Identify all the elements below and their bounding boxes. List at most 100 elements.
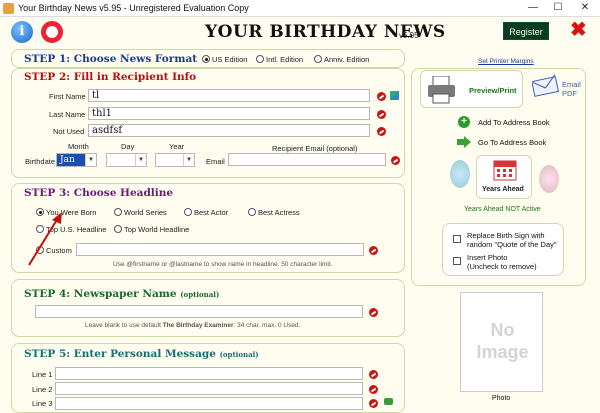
plus-icon[interactable]: + xyxy=(458,116,470,128)
annotation-arrow xyxy=(28,212,62,266)
step4-title: STEP 4: Newspaper Name (optional) xyxy=(24,288,219,300)
no-image-text-1: No xyxy=(490,320,515,340)
clear-email-icon[interactable] xyxy=(391,156,400,165)
chevron-down-icon: ▼ xyxy=(85,154,96,166)
arrow-right-icon[interactable] xyxy=(457,136,471,148)
message-line1-input[interactable] xyxy=(55,367,363,380)
clear-newspaper-name-icon[interactable] xyxy=(369,308,378,317)
exit-x-icon[interactable]: ✖ xyxy=(570,20,587,40)
pdf-label[interactable]: PDF xyxy=(562,89,577,98)
month-label: Month xyxy=(68,142,89,151)
clear-line1-icon[interactable] xyxy=(369,370,378,379)
first-name-input[interactable]: tl xyxy=(88,89,370,102)
month-value: Jan xyxy=(60,155,75,165)
best-actor-radio[interactable] xyxy=(184,208,192,216)
month-select[interactable]: Jan ▼ xyxy=(56,153,97,167)
newspaper-hint-default: The Birthday Examiner xyxy=(162,322,234,329)
newspaper-name-input[interactable] xyxy=(35,305,363,318)
anniv-edition-label[interactable]: Anniv. Edition xyxy=(324,55,369,64)
insert-photo-label-2[interactable]: (Uncheck to remove) xyxy=(467,262,537,271)
clear-first-name-icon[interactable] xyxy=(377,92,386,101)
step4-optional: (optional) xyxy=(180,290,220,299)
last-name-input[interactable]: thl1 xyxy=(88,107,370,120)
add-line-icon[interactable] xyxy=(384,398,393,405)
day-select[interactable]: ▼ xyxy=(106,153,147,167)
birthdate-label: Birthdate xyxy=(25,157,56,166)
not-used-input[interactable]: asdfsf xyxy=(88,124,370,137)
recipient-email-label: Recipient Email (optional) xyxy=(272,144,358,153)
insert-photo-checkbox[interactable] xyxy=(453,257,461,265)
title-bar: Your Birthday News v5.95 - Unregistered … xyxy=(0,0,600,17)
step5-title-text: STEP 5: Enter Personal Message xyxy=(24,348,216,360)
world-series-radio[interactable] xyxy=(114,208,122,216)
anniv-edition-radio[interactable] xyxy=(314,55,322,63)
balloons-right-icon xyxy=(539,165,559,193)
balloons-left-icon xyxy=(450,160,470,188)
chevron-down-icon: ▼ xyxy=(183,154,194,166)
replace-birth-sign-checkbox[interactable] xyxy=(453,235,461,243)
line1-label: Line 1 xyxy=(32,370,53,379)
year-select[interactable]: ▼ xyxy=(155,153,195,167)
email-envelope-icon[interactable] xyxy=(532,74,560,98)
insert-photo-label-1[interactable]: Insert Photo xyxy=(467,253,507,262)
email-label: Email xyxy=(206,157,225,166)
day-label: Day xyxy=(121,142,135,151)
email-label-1[interactable]: Email xyxy=(562,80,581,89)
world-series-label[interactable]: World Series xyxy=(124,208,167,217)
add-to-address-book-link[interactable]: Add To Address Book xyxy=(478,118,550,127)
line2-label: Line 2 xyxy=(32,385,53,394)
us-edition-radio[interactable] xyxy=(202,55,210,63)
intl-edition-label[interactable]: Intl. Edition xyxy=(266,55,303,64)
replace-birth-sign-label-2[interactable]: random "Quote of the Day" xyxy=(467,240,557,249)
years-ahead-label: Years Ahead xyxy=(482,186,524,193)
best-actress-label[interactable]: Best Actress xyxy=(258,208,300,217)
clear-custom-headline-icon[interactable] xyxy=(369,246,378,255)
year-label: Year xyxy=(169,142,185,151)
step3-title: STEP 3: Choose Headline xyxy=(24,187,174,199)
best-actress-radio[interactable] xyxy=(248,208,256,216)
step4-title-text: STEP 4: Newspaper Name xyxy=(24,288,177,300)
step5-optional: (optional) xyxy=(219,350,259,359)
help-lifebuoy-icon[interactable] xyxy=(41,21,63,43)
preview-print-button[interactable]: Preview/Print xyxy=(420,70,523,108)
clear-line2-icon[interactable] xyxy=(369,385,378,394)
clear-line3-icon[interactable] xyxy=(369,399,378,408)
message-line3-input[interactable] xyxy=(55,397,363,410)
clear-not-used-icon[interactable] xyxy=(377,127,386,136)
maximize-button[interactable]: ☐ xyxy=(547,1,569,15)
custom-headline-input[interactable] xyxy=(76,243,364,256)
top-world-headline-label[interactable]: Top World Headline xyxy=(124,225,189,234)
calendar-icon xyxy=(493,160,517,181)
line3-label: Line 3 xyxy=(32,399,53,408)
email-input[interactable] xyxy=(228,153,386,166)
newspaper-name-hint: Leave blank to use default The Birthday … xyxy=(85,322,300,329)
us-edition-label[interactable]: US Edition xyxy=(212,55,247,64)
printer-icon xyxy=(428,76,455,104)
go-to-address-book-link[interactable]: Go To Address Book xyxy=(478,138,546,147)
preview-print-label: Preview/Print xyxy=(469,86,517,95)
set-printer-margins-link[interactable]: Set Printer Margins xyxy=(478,58,534,65)
first-name-label: First Name xyxy=(49,92,86,101)
window-title: Your Birthday News v5.95 - Unregistered … xyxy=(18,3,249,13)
chevron-down-icon: ▼ xyxy=(135,154,146,166)
version-label: v5.95 xyxy=(399,31,419,40)
options-icon[interactable] xyxy=(390,91,399,100)
close-window-button[interactable]: ✕ xyxy=(574,1,596,15)
newspaper-hint-post: . 34 char. max. 0 Used. xyxy=(233,322,301,329)
minimize-button[interactable]: — xyxy=(522,1,544,15)
step1-title: STEP 1: Choose News Format xyxy=(24,53,198,65)
years-ahead-button[interactable]: Years Ahead xyxy=(476,155,532,199)
best-actor-label[interactable]: Best Actor xyxy=(194,208,228,217)
info-icon[interactable]: i xyxy=(11,21,33,43)
last-name-label: Last Name xyxy=(49,110,86,119)
step5-title: STEP 5: Enter Personal Message (optional… xyxy=(24,348,259,360)
no-image-text-2: Image xyxy=(476,342,529,362)
message-line2-input[interactable] xyxy=(55,382,363,395)
newspaper-hint-pre: Leave blank to use default xyxy=(85,322,161,329)
top-world-headline-radio[interactable] xyxy=(114,225,122,233)
photo-box[interactable]: No Image xyxy=(460,292,543,392)
replace-birth-sign-label-1[interactable]: Replace Birth Sign with xyxy=(467,231,545,240)
clear-last-name-icon[interactable] xyxy=(377,110,386,119)
intl-edition-radio[interactable] xyxy=(256,55,264,63)
register-button[interactable]: Register xyxy=(503,22,549,40)
